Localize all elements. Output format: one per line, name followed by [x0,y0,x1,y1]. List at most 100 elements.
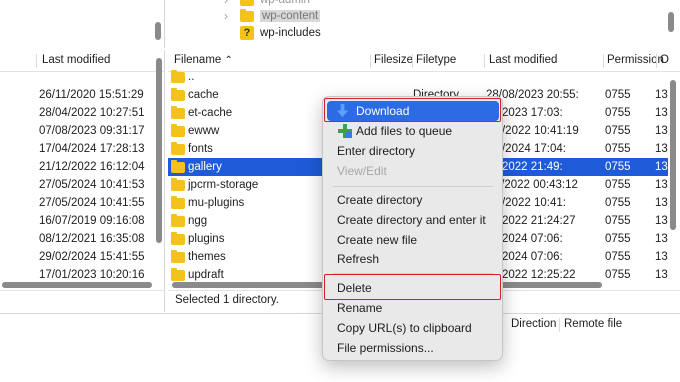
queue-header-remote-file[interactable]: Remote file [564,318,622,330]
local-row[interactable]: 21/12/2022 16:12:04 [0,158,158,176]
local-row[interactable]: 29/02/2024 15:41:55 [0,248,158,266]
folder-icon [171,232,185,245]
local-row[interactable]: 17/04/2024 17:28:13 [0,140,158,158]
context-menu[interactable]: Download Add files to queue Enter direct… [322,96,503,361]
column-header-last-modified[interactable]: Last modified [489,54,557,66]
column-separator [412,54,413,68]
column-header-filesize[interactable]: Filesize [374,54,413,66]
permissions-cell: 0755 [605,215,631,227]
modified-cell: 27/05/2024 10:41:55 [39,197,145,209]
column-header-filetype[interactable]: Filetype [416,54,456,66]
modified-cell: 27/05/2024 10:41:53 [39,179,145,191]
menu-item-label: File permissions... [337,341,434,355]
owner-cell: 13 [655,143,668,155]
folder-icon [171,268,185,281]
menu-item-create-new-file[interactable]: Create new file [327,230,499,250]
permissions-cell: 0755 [605,107,631,119]
menu-separator [333,273,493,274]
folder-icon [171,70,185,83]
folder-icon [171,250,185,263]
filename-cell: jpcrm-storage [188,179,259,191]
column-header-filename[interactable]: Filename ⌃ [174,54,233,66]
menu-item-file-permissions[interactable]: File permissions... [327,338,499,358]
local-list-hscrollbar[interactable] [2,282,152,288]
menu-item-label: Download [356,104,410,118]
menu-item-refresh[interactable]: Refresh [327,249,499,269]
menu-item-create-directory-and-enter[interactable]: Create directory and enter it [327,210,499,230]
local-row[interactable]: 27/05/2024 10:41:55 [0,194,158,212]
column-separator [36,54,37,68]
local-tree-scrollbar[interactable] [155,22,161,40]
tree-item-wp-includes[interactable]: ? wp-includes [240,24,321,42]
menu-item-rename[interactable]: Rename [327,298,499,318]
modified-cell: 28/04/2022 10:27:51 [39,107,145,119]
tree-item-wp-content[interactable]: › wp-content [224,7,321,25]
remote-tree-scrollbar[interactable] [668,12,674,32]
modified-cell: 26/11/2020 15:51:29 [39,89,144,101]
remote-directory-tree[interactable]: › wp-admin › wp-content ? wp-includes [168,0,680,48]
remote-list-vscrollbar[interactable] [670,80,676,230]
modified-cell: 29/02/2024 15:41:55 [39,251,145,263]
local-list-header: Last modified [0,50,164,72]
column-separator [370,54,371,68]
column-separator [656,54,657,68]
download-arrow-icon [336,103,349,118]
question-mark-icon: ? [240,26,254,40]
menu-item-label: Create directory and enter it [337,213,486,227]
menu-item-copy-url[interactable]: Copy URL(s) to clipboard [327,318,499,338]
local-row[interactable]: 07/08/2023 09:31:17 [0,122,158,140]
permissions-cell: 0755 [605,143,631,155]
local-row[interactable]: 27/05/2024 10:41:53 [0,176,158,194]
menu-item-enter-directory[interactable]: Enter directory [327,141,499,161]
column-header-owner[interactable]: O [660,54,669,66]
owner-cell: 13 [655,161,668,173]
folder-icon [171,196,185,209]
modified-cell: 16/07/2019 09:16:08 [39,215,145,227]
local-directory-tree[interactable] [0,0,165,48]
permissions-cell: 0755 [605,251,631,263]
owner-cell: 13 [655,215,668,227]
filename-cell: themes [188,251,226,263]
local-row[interactable]: 08/12/2021 16:35:08 [0,230,158,248]
menu-item-download[interactable]: Download [327,101,499,121]
menu-item-create-directory[interactable]: Create directory [327,190,499,210]
menu-item-add-files-to-queue[interactable]: Add files to queue [327,121,499,141]
filename-cell: mu-plugins [188,197,245,209]
local-list-vscrollbar[interactable] [156,58,162,243]
tree-item-label: wp-admin [260,0,310,6]
owner-cell: 13 [655,251,668,263]
queue-header-direction[interactable]: Direction [511,318,556,330]
menu-item-delete[interactable]: Delete [327,278,499,298]
column-header-last-modified[interactable]: Last modified [42,54,110,66]
column-separator [559,318,560,332]
add-to-queue-icon [338,124,352,138]
owner-cell: 13 [655,269,668,281]
filename-cell: .. [188,71,195,83]
filename-cell: cache [188,89,219,101]
local-file-list[interactable]: Last modified 26/11/2020 15:51:29 28/04/… [0,50,165,290]
modified-cell: 21/12/2022 16:12:04 [39,161,145,173]
folder-icon [171,106,185,119]
filename-cell: ewww [188,125,220,137]
menu-item-label: Delete [337,281,372,295]
permissions-cell: 0755 [605,269,631,281]
filename-header-label: Filename [174,54,222,66]
menu-item-label: Copy URL(s) to clipboard [337,321,472,335]
modified-cell: 07/08/2023 09:31:17 [39,125,145,137]
file-row[interactable]: .. [168,68,668,86]
folder-icon [171,142,185,155]
permissions-cell: 0755 [605,161,631,173]
chevron-right-icon[interactable]: › [224,9,234,23]
owner-cell: 13 [655,233,668,245]
filename-cell: fonts [188,143,213,155]
folder-icon [171,124,185,137]
local-row[interactable]: 16/07/2019 09:16:08 [0,212,158,230]
chevron-right-icon[interactable]: › [224,0,234,7]
local-row[interactable]: 26/11/2020 15:51:29 [0,86,158,104]
owner-cell: 13 [655,89,668,101]
local-row[interactable]: 28/04/2022 10:27:51 [0,104,158,122]
modified-cell: 08/12/2021 16:35:08 [39,233,145,245]
column-separator [484,54,485,68]
menu-item-label: Refresh [337,252,380,266]
filename-cell: et-cache [188,107,233,119]
